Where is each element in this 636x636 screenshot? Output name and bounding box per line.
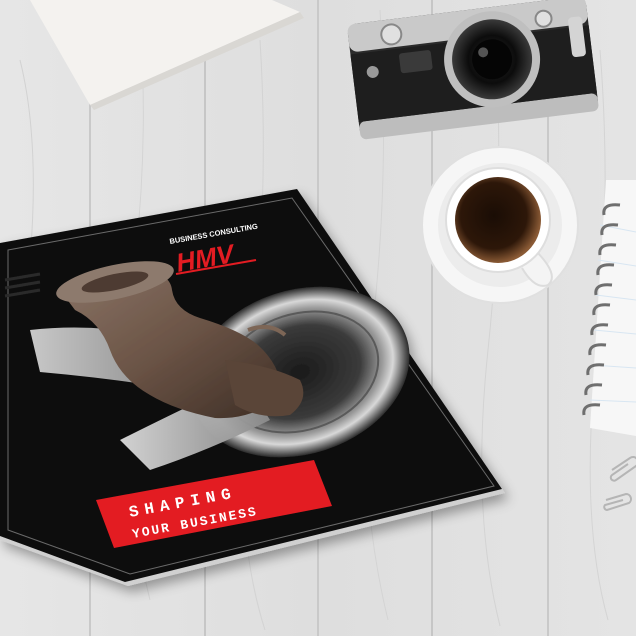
scene-canvas: BUSINESS CONSULTING HMV SHAPING YOUR BUS… <box>0 0 636 636</box>
desk-scene: BUSINESS CONSULTING HMV SHAPING YOUR BUS… <box>0 0 636 636</box>
coffee-cup <box>421 146 579 304</box>
